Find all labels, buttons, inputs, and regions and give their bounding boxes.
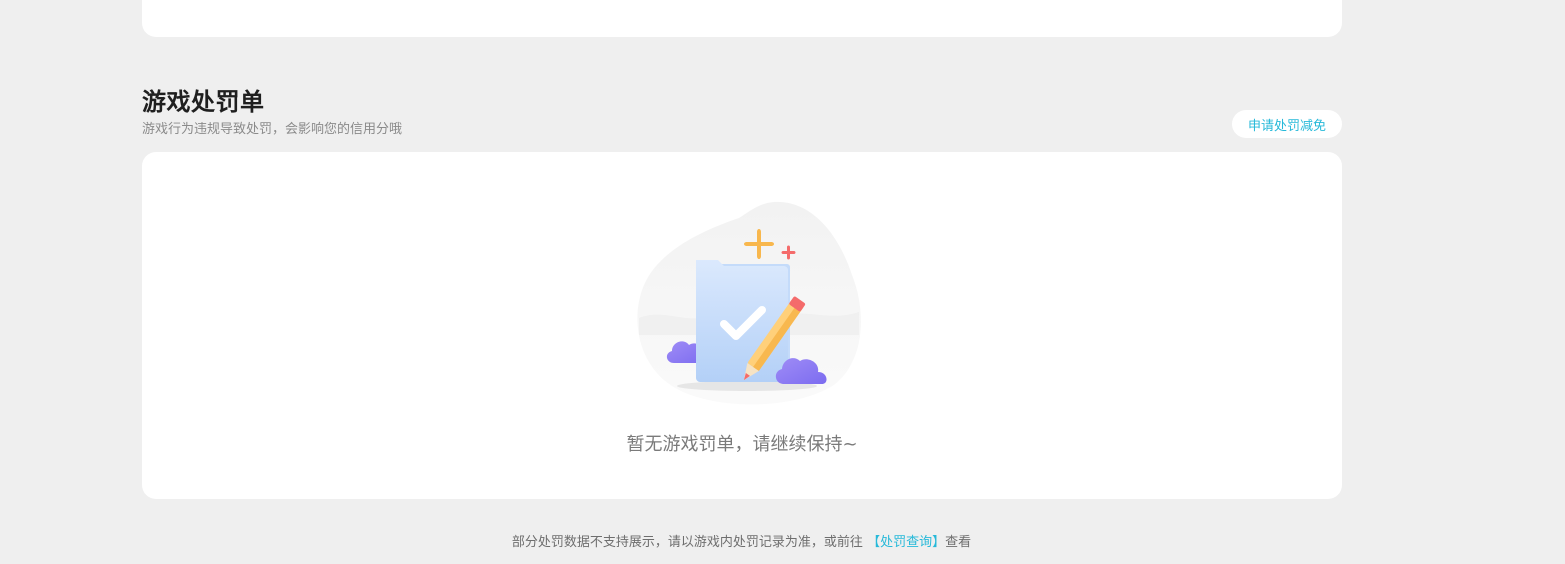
- penalty-list-card: 暂无游戏罚单，请继续保持~: [142, 152, 1342, 499]
- footer-note-text: 部分处罚数据不支持展示，请以游戏内处罚记录为准，或前往: [511, 535, 863, 550]
- section-subtitle: 游戏行为违规导致处罚，会影响您的信用分哦: [142, 122, 403, 137]
- empty-state-message: 暂无游戏罚单，请继续保持~: [626, 434, 858, 455]
- penalty-query-link[interactable]: 【处罚查询】: [867, 535, 945, 550]
- previous-section-card: [142, 0, 1342, 37]
- footer-note: 部分处罚数据不支持展示，请以游戏内处罚记录为准，或前往 【处罚查询】查看: [0, 531, 1483, 550]
- apply-penalty-reduction-button[interactable]: 申请处罚减免: [1232, 110, 1342, 138]
- footer-note-suffix: 查看: [945, 535, 972, 550]
- empty-clipboard-illustration: [637, 201, 861, 405]
- section-title: 游戏处罚单: [142, 88, 265, 116]
